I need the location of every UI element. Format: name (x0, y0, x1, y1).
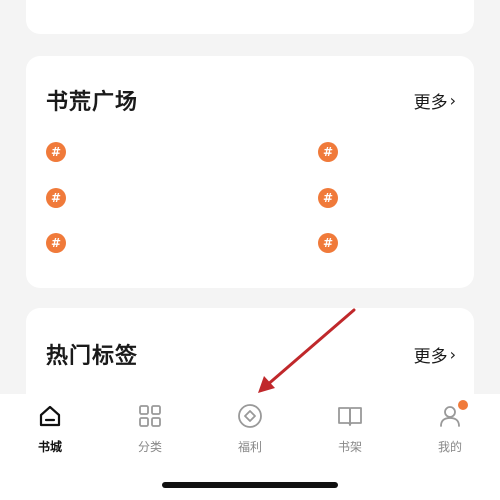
hashtag-icon: # (46, 142, 66, 162)
hot-tags-title: 热门标签 (46, 344, 139, 369)
chevron-right-icon: › (449, 344, 456, 364)
home-indicator (162, 482, 338, 488)
hashtag-icon: # (318, 142, 338, 162)
square-tag-item[interactable]: # (46, 233, 76, 253)
chevron-right-icon: › (449, 90, 456, 110)
welfare-icon (238, 404, 262, 428)
hashtag-icon: # (318, 188, 338, 208)
tab-label: 书城 (37, 440, 62, 454)
book-square-card: 书荒广场 更多 › # # # # # # (26, 56, 474, 288)
tab-label: 福利 (237, 440, 262, 454)
more-label: 更多 (413, 93, 448, 113)
hot-tags-more-button[interactable]: 更多 › (414, 342, 456, 367)
square-tag-item[interactable]: # (46, 188, 76, 208)
book-square-title: 书荒广场 (46, 90, 139, 115)
top-card-partial (26, 0, 474, 34)
square-tag-item[interactable]: # (46, 142, 76, 162)
tab-welfare[interactable]: 福利 (200, 402, 300, 462)
tab-bookshelf[interactable]: 书架 (300, 402, 400, 462)
tab-profile[interactable]: 我的 (400, 400, 500, 462)
grid-icon (139, 405, 161, 427)
tab-category[interactable]: 分类 (100, 402, 200, 462)
hashtag-icon: # (46, 188, 66, 208)
hashtag-icon: # (318, 233, 338, 253)
square-tag-item[interactable]: # (318, 233, 348, 253)
hot-tags-card: 热门标签 更多 › (26, 308, 474, 408)
square-tag-item[interactable]: # (318, 142, 348, 162)
hashtag-icon: # (46, 233, 66, 253)
tab-label: 分类 (137, 440, 162, 454)
bookshelf-icon (338, 407, 362, 426)
tab-label: 我的 (437, 440, 462, 454)
square-tag-item[interactable]: # (318, 188, 348, 208)
book-square-more-button[interactable]: 更多 › (414, 88, 456, 113)
tab-bookstore[interactable]: 书城 (0, 402, 100, 462)
more-label: 更多 (413, 347, 448, 367)
bookstore-icon (39, 405, 61, 427)
notification-dot (458, 400, 468, 410)
tab-label: 书架 (337, 440, 362, 454)
